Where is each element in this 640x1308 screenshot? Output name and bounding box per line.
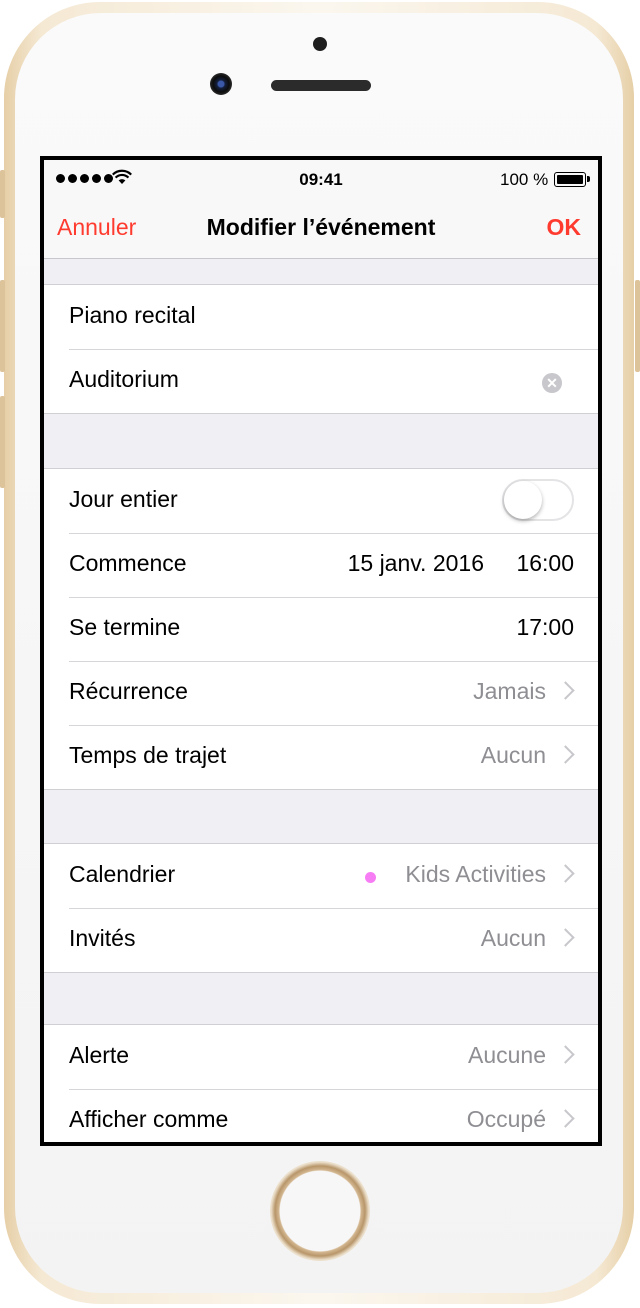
page-title: Modifier l’événement	[206, 214, 436, 240]
travel-time-row[interactable]: Temps de trajet Aucun	[44, 725, 598, 789]
starts-row[interactable]: Commence 15 janv. 2016 16:00	[44, 533, 598, 597]
toggle-knob	[504, 481, 542, 519]
date-group: Jour entier Commence 15 janv. 2016 16:00…	[44, 468, 598, 790]
clear-icon[interactable]: ✕	[542, 373, 562, 393]
show-as-row[interactable]: Afficher comme Occupé	[44, 1089, 598, 1142]
screen: 09:41 100 % Annuler Modifier l’événement…	[40, 156, 602, 1146]
chevron-right-icon	[556, 928, 575, 947]
repeat-label: Récurrence	[69, 678, 188, 704]
status-bar: 09:41 100 %	[44, 160, 598, 200]
repeat-row[interactable]: Récurrence Jamais	[44, 661, 598, 725]
display: 09:41 100 % Annuler Modifier l’événement…	[44, 160, 598, 1142]
travel-time-label: Temps de trajet	[69, 742, 227, 768]
alert-value: Aucune	[467, 1042, 546, 1068]
title-field[interactable]: Piano recital	[44, 285, 598, 349]
chevron-right-icon	[556, 1109, 575, 1128]
battery-percentage: 100 %	[500, 170, 549, 189]
invitees-value: Aucun	[480, 925, 546, 951]
home-button[interactable]	[270, 1161, 370, 1261]
chevron-right-icon	[556, 681, 575, 700]
calendar-label: Calendrier	[69, 861, 176, 887]
calendar-group: Calendrier Kids Activities Invités Aucun	[44, 843, 598, 973]
start-date[interactable]: 15 janv. 2016	[348, 550, 484, 577]
ends-row[interactable]: Se termine 17:00	[44, 597, 598, 661]
alert-row[interactable]: Alerte Aucune	[44, 1025, 598, 1089]
show-as-value: Occupé	[466, 1106, 546, 1132]
chevron-right-icon	[556, 745, 575, 764]
front-camera	[210, 73, 232, 95]
chevron-right-icon	[556, 864, 575, 883]
earpiece-speaker	[271, 80, 371, 91]
all-day-label: Jour entier	[69, 486, 178, 512]
calendar-value: Kids Activities	[405, 861, 546, 887]
starts-label: Commence	[69, 550, 187, 576]
all-day-row: Jour entier	[44, 469, 598, 533]
repeat-value: Jamais	[473, 678, 546, 704]
end-time[interactable]: 17:00	[516, 614, 574, 641]
ends-label: Se termine	[69, 614, 181, 640]
event-info-group: Piano recital Auditorium ✕	[44, 284, 598, 414]
location-field[interactable]: Auditorium ✕	[44, 349, 598, 413]
show-as-label: Afficher comme	[69, 1106, 229, 1132]
navigation-bar: Annuler Modifier l’événement OK	[44, 200, 598, 259]
alert-label: Alerte	[69, 1042, 130, 1068]
calendar-color-dot	[365, 872, 376, 883]
travel-time-value: Aucun	[480, 742, 546, 768]
mute-switch	[0, 170, 5, 218]
chevron-right-icon	[556, 1045, 575, 1064]
alert-group: Alerte Aucune Afficher comme Occupé	[44, 1024, 598, 1142]
volume-up-button	[0, 280, 5, 372]
battery-icon	[554, 172, 590, 187]
calendar-row[interactable]: Calendrier Kids Activities	[44, 844, 598, 908]
volume-down-button	[0, 396, 5, 488]
invitees-label: Invités	[69, 925, 136, 951]
ok-button[interactable]: OK	[547, 214, 582, 241]
location-input[interactable]: Auditorium	[69, 366, 179, 393]
power-button	[635, 280, 640, 372]
start-time[interactable]: 16:00	[516, 550, 574, 577]
title-input[interactable]: Piano recital	[69, 302, 196, 329]
invitees-row[interactable]: Invités Aucun	[44, 908, 598, 972]
proximity-sensor	[313, 37, 327, 51]
all-day-toggle[interactable]	[502, 479, 574, 521]
